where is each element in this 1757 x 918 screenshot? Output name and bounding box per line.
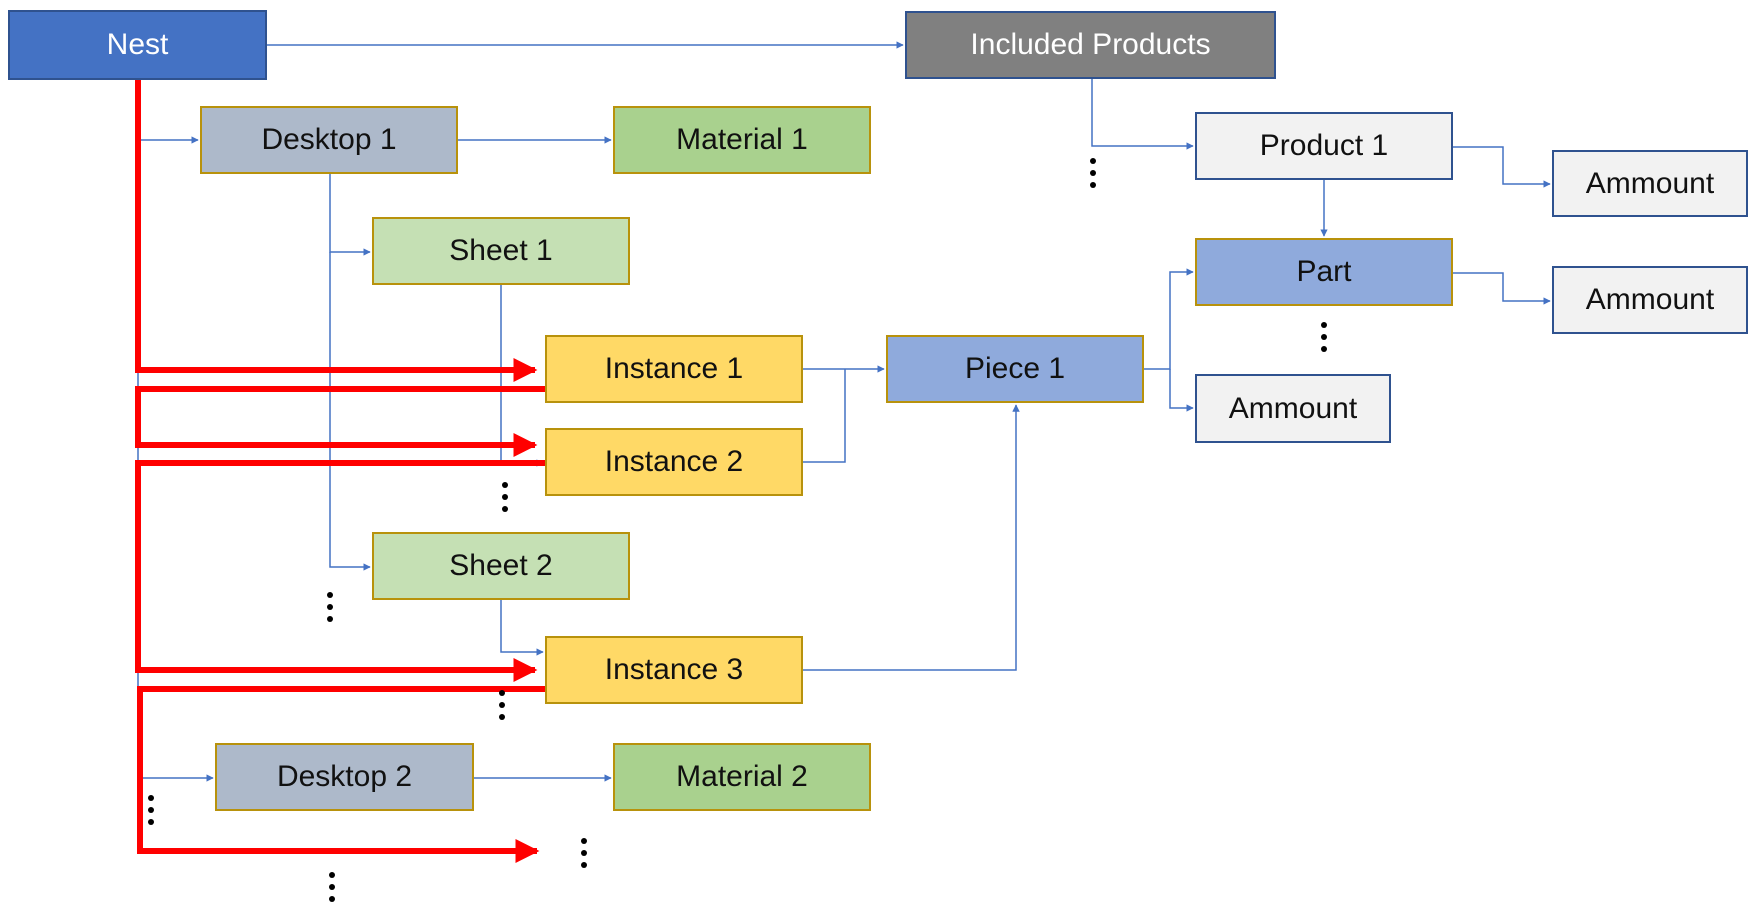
node-label: Instance 2	[604, 445, 744, 478]
node-label: Included Products	[970, 28, 1211, 61]
node-piece-1[interactable]: Piece 1	[886, 335, 1144, 403]
highlight-path-instance-2	[135, 386, 545, 457]
node-label: Sheet 2	[449, 549, 553, 582]
edge-desktop-1-sheet-2	[329, 252, 371, 571]
node-sheet-2[interactable]: Sheet 2	[372, 532, 630, 600]
node-ammount-piece[interactable]: Ammount	[1195, 374, 1391, 443]
ellipsis-nest-desktops	[148, 795, 156, 825]
edge-sheet-2-instance-3	[500, 600, 544, 656]
edge-instance-2-piece-1	[803, 369, 846, 463]
ellipsis-more-instances	[581, 838, 589, 868]
node-label: Material 2	[676, 760, 808, 793]
ellipsis-sheet-1-instances	[502, 482, 510, 512]
node-label: Ammount	[1228, 391, 1358, 425]
node-product-1[interactable]: Product 1	[1195, 112, 1453, 180]
node-desktop-2[interactable]: Desktop 2	[215, 743, 474, 811]
ellipsis-part	[1321, 322, 1329, 352]
edge-instance-3-piece-1	[803, 404, 1020, 671]
node-label: Ammount	[1585, 283, 1715, 316]
edge-piece-1-ammount	[1169, 369, 1194, 412]
edge-included-products-product-1	[1091, 79, 1194, 150]
ellipsis-included-products	[1090, 158, 1098, 188]
node-nest[interactable]: Nest	[8, 10, 267, 80]
node-label: Sheet 1	[449, 234, 553, 267]
node-sheet-1[interactable]: Sheet 1	[372, 217, 630, 285]
node-material-1[interactable]: Material 1	[613, 106, 871, 174]
node-label: Material 1	[676, 123, 808, 156]
edge-desktop-1-sheet-1	[329, 174, 371, 256]
node-label: Part	[1296, 255, 1352, 288]
node-label: Ammount	[1585, 166, 1715, 200]
ellipsis-sheet-2-instances	[499, 690, 507, 720]
edge-part-ammount	[1453, 272, 1551, 305]
node-desktop-1[interactable]: Desktop 1	[200, 106, 458, 174]
ellipsis-desktop-2	[329, 872, 337, 902]
node-label: Instance 3	[604, 653, 744, 686]
node-material-2[interactable]: Material 2	[613, 743, 871, 811]
node-label: Piece 1	[964, 352, 1066, 385]
node-label: Desktop 1	[261, 123, 397, 156]
node-instance-3[interactable]: Instance 3	[545, 636, 803, 704]
node-instance-1[interactable]: Instance 1	[545, 335, 803, 403]
node-instance-2[interactable]: Instance 2	[545, 428, 803, 496]
node-ammount-part[interactable]: Ammount	[1552, 266, 1748, 334]
node-label: Instance 1	[604, 352, 744, 385]
node-included-products[interactable]: Included Products	[905, 11, 1276, 79]
node-label: Product 1	[1259, 129, 1389, 162]
node-label: Nest	[106, 28, 169, 61]
edge-sheet-1-instance-2	[500, 285, 544, 467]
edge-piece-1-part	[1144, 268, 1194, 370]
ellipsis-desktop-1-sheets	[327, 592, 335, 622]
edge-product-1-ammount	[1453, 146, 1551, 188]
node-label: Desktop 2	[276, 760, 413, 793]
node-ammount-product[interactable]: Ammount	[1552, 150, 1748, 217]
node-part[interactable]: Part	[1195, 238, 1453, 306]
